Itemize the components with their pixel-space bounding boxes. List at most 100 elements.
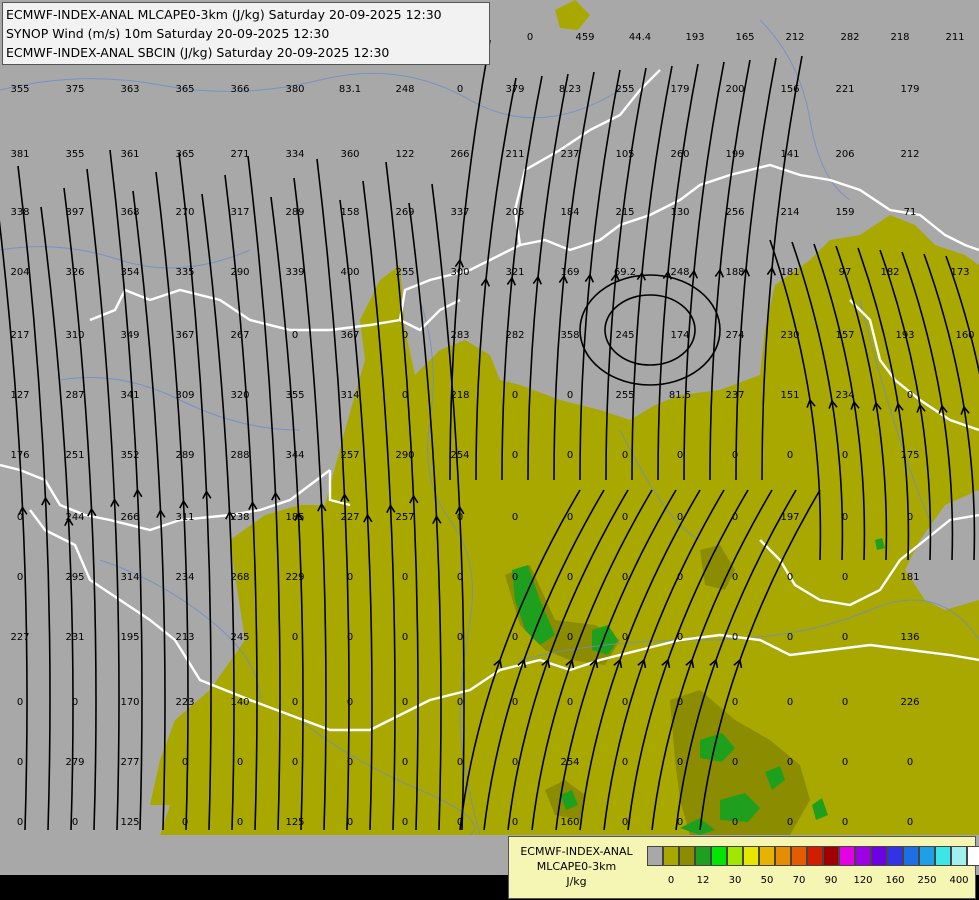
sbcin-label: 156 — [780, 84, 799, 95]
sbcin-label: 136 — [900, 632, 919, 643]
sbcin-label: 0 — [787, 450, 793, 461]
sbcin-label: 255 — [395, 267, 414, 278]
legend-unit: J/kg — [566, 875, 587, 888]
sbcin-label: 257 — [395, 512, 414, 523]
sbcin-label: 0 — [17, 757, 23, 768]
sbcin-label: 0 — [787, 632, 793, 643]
sbcin-label: 0 — [457, 512, 463, 523]
sbcin-label: 0 — [402, 330, 408, 341]
sbcin-label: 400 — [340, 267, 359, 278]
sbcin-label: 255 — [615, 390, 634, 401]
sbcin-label: 0 — [677, 572, 683, 583]
sbcin-label: 0 — [567, 697, 573, 708]
legend-title-line2: MLCAPE0-3km — [536, 860, 617, 873]
sbcin-label: 363 — [120, 84, 139, 95]
sbcin-label: 251 — [65, 450, 84, 461]
sbcin-label: 282 — [505, 330, 524, 341]
sbcin-label: 267 — [230, 330, 249, 341]
sbcin-label: 0 — [677, 757, 683, 768]
sbcin-label: 380 — [285, 84, 304, 95]
legend-swatch — [807, 846, 823, 866]
legend-tick-label: 160 — [885, 875, 905, 886]
sbcin-label: 125 — [120, 817, 139, 828]
sbcin-label: 257 — [340, 450, 359, 461]
legend-tick-label: 50 — [760, 875, 774, 886]
sbcin-label: 254 — [450, 450, 469, 461]
sbcin-label: 0 — [72, 817, 78, 828]
sbcin-label: 248 — [395, 84, 414, 95]
legend-swatch — [935, 846, 951, 866]
sbcin-label: 173 — [950, 267, 969, 278]
sbcin-label: 354 — [120, 267, 139, 278]
sbcin-label: 0 — [787, 817, 793, 828]
sbcin-label: 358 — [560, 330, 579, 341]
sbcin-label: 176 — [10, 450, 29, 461]
sbcin-label: 0 — [72, 697, 78, 708]
sbcin-label: 269 — [395, 207, 414, 218]
sbcin-label: 81.5 — [669, 390, 691, 401]
sbcin-label: 0 — [402, 817, 408, 828]
sbcin-label: 244 — [65, 512, 84, 523]
sbcin-label: 334 — [285, 149, 304, 160]
legend-tick-label: 70 — [792, 875, 806, 886]
sbcin-label: 300 — [450, 267, 469, 278]
sbcin-label: 314 — [120, 572, 139, 583]
weather-map: 355 375 363 365 366 380 83.1 248 0 379 8.23 255 179 2… — [0, 0, 979, 900]
sbcin-label: 0 — [842, 817, 848, 828]
legend-swatch — [663, 846, 679, 866]
sbcin-label: 0 — [907, 817, 913, 828]
sbcin-label: 185 — [285, 512, 304, 523]
sbcin-label: 365 — [175, 84, 194, 95]
sbcin-label: 248 — [670, 267, 689, 278]
sbcin-label: 0 — [292, 757, 298, 768]
sbcin-label: 321 — [505, 267, 524, 278]
legend-swatch — [855, 846, 871, 866]
title-line-wind: SYNOP Wind (m/s) 10m Saturday 20-09-2025… — [6, 26, 330, 41]
sbcin-label: 0 — [622, 450, 628, 461]
legend-swatch — [967, 846, 979, 866]
sbcin-label: 326 — [65, 267, 84, 278]
sbcin-label: 0 — [402, 390, 408, 401]
legend-tick-label: 12 — [696, 875, 710, 886]
sbcin-label: 310 — [65, 330, 84, 341]
sbcin-label: 211 — [945, 32, 964, 43]
legend-ticks: 0 12 30 50 70 90 120 160 250 400 — [647, 875, 977, 889]
sbcin-label: 0 — [402, 757, 408, 768]
sbcin-label: 205 — [505, 207, 524, 218]
sbcin-label: 199 — [725, 149, 744, 160]
sbcin-label: 381 — [10, 149, 29, 160]
sbcin-label: 314 — [340, 390, 359, 401]
sbcin-label: 0 — [512, 512, 518, 523]
sbcin-label: 0 — [907, 757, 913, 768]
sbcin-label: 0 — [842, 572, 848, 583]
sbcin-label: 182 — [880, 267, 899, 278]
sbcin-label: 193 — [895, 330, 914, 341]
sbcin-label: 175 — [900, 450, 919, 461]
sbcin-label: 0 — [402, 632, 408, 643]
sbcin-label: 271 — [230, 149, 249, 160]
sbcin-label: 367 — [175, 330, 194, 341]
sbcin-label: 238 — [230, 512, 249, 523]
sbcin-label: 0 — [677, 450, 683, 461]
sbcin-label: 0 — [622, 572, 628, 583]
sbcin-label: 170 — [120, 697, 139, 708]
sbcin-label: 355 — [10, 84, 29, 95]
sbcin-label: 290 — [230, 267, 249, 278]
sbcin-label: 141 — [780, 149, 799, 160]
sbcin-label: 0 — [677, 697, 683, 708]
sbcin-label: 8.23 — [559, 84, 581, 95]
sbcin-label: 0 — [787, 757, 793, 768]
legend-swatch — [823, 846, 839, 866]
title-line-cin: ECMWF-INDEX-ANAL SBCIN (J/kg) Saturday 2… — [6, 45, 390, 60]
sbcin-label: 0 — [17, 512, 23, 523]
sbcin-label: 83.1 — [339, 84, 361, 95]
sbcin-label: 255 — [615, 84, 634, 95]
sbcin-label: 140 — [230, 697, 249, 708]
sbcin-label: 0 — [512, 572, 518, 583]
legend-tick-label: 250 — [917, 875, 937, 886]
sbcin-label: 277 — [120, 757, 139, 768]
sbcin-label: 0 — [512, 632, 518, 643]
sbcin-label: 355 — [285, 390, 304, 401]
sbcin-label: 335 — [175, 267, 194, 278]
sbcin-label: 184 — [560, 207, 579, 218]
